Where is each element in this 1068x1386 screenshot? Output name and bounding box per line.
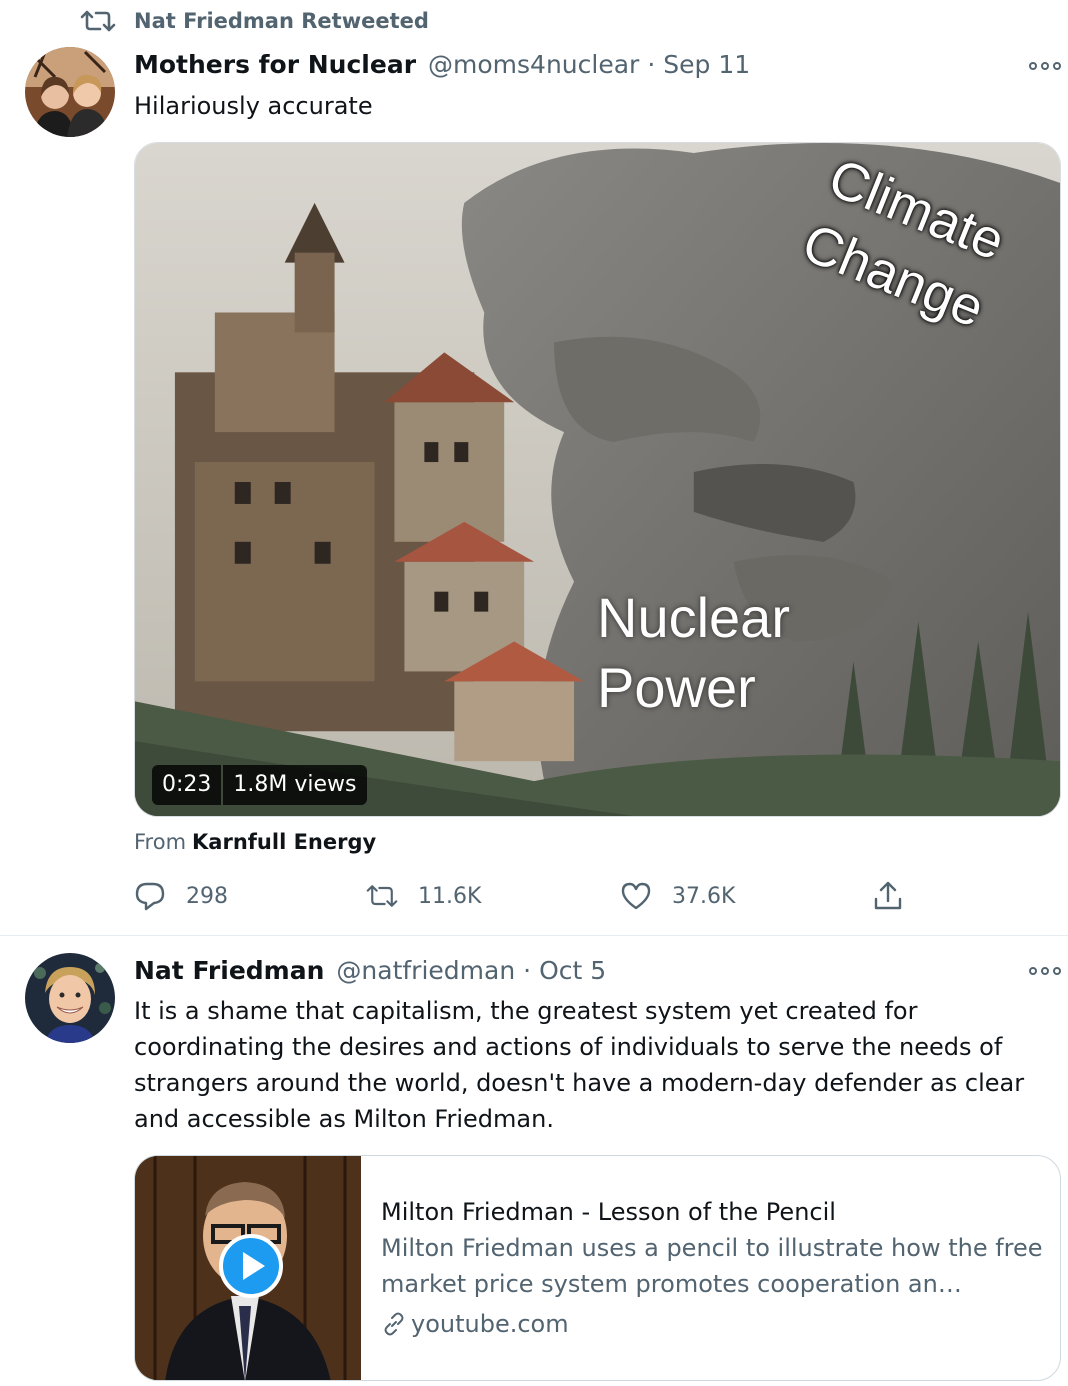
tweet-divider [0,935,1068,936]
separator: · [647,50,656,79]
retweet-label: Nat Friedman Retweeted [134,9,429,33]
tweet-text: Hilariously accurate [134,92,373,120]
retweet-icon [80,10,116,32]
link-body: Milton Friedman - Lesson of the Pencil M… [361,1156,1060,1380]
tweet-text-line: and accessible as Milton Friedman. [134,1105,554,1133]
separator: · [523,956,532,985]
avatar[interactable] [25,953,115,1043]
share-icon [874,881,902,910]
author-name[interactable]: Nat Friedman [134,956,324,985]
link-domain-text: youtube.com [411,1310,569,1338]
from-prefix: From [134,830,187,854]
tweet-video[interactable]: Climate Change Nuclear Power 0:23 1.8M v… [134,142,1061,817]
link-icon [384,1312,404,1336]
play-icon[interactable] [219,1234,283,1298]
avatar-image [25,47,115,137]
share-button[interactable] [872,880,924,912]
tweet-actions: 298 11.6K 37.6K [134,880,934,920]
link-thumbnail[interactable] [135,1156,361,1380]
tweet-text-line: It is a shame that capitalism, the great… [134,997,918,1025]
video-source-link[interactable]: Karnfull Energy [192,830,376,854]
caption-nuclear: Nuclear [597,586,790,649]
like-button[interactable]: 37.6K [620,880,735,912]
reply-icon [135,882,165,911]
retweet-banner[interactable]: Nat Friedman Retweeted [80,6,429,36]
retweet-count: 11.6K [418,883,482,909]
author-handle[interactable]: @natfriedman [336,956,515,985]
tweet-text-line: coordinating the desires and actions of … [134,1033,1003,1061]
retweet-icon [366,885,398,907]
more-options-icon[interactable] [1029,59,1061,73]
link-title: Milton Friedman - Lesson of the Pencil [381,1198,836,1226]
tweet-text: It is a shame that capitalism, the great… [134,993,1054,1137]
tweet-date[interactable]: Oct 5 [539,956,606,985]
reply-button[interactable]: 298 [134,880,228,912]
tweet-header: Mothers for Nuclear @moms4nuclear · Sep … [134,50,750,79]
tweet-header: Nat Friedman @natfriedman · Oct 5 [134,956,606,985]
reply-count: 298 [186,883,228,909]
tweet-date[interactable]: Sep 11 [663,50,750,79]
like-count: 37.6K [672,883,736,909]
avatar-image [25,953,115,1043]
author-name[interactable]: Mothers for Nuclear [134,50,416,79]
video-duration: 0:23 [152,765,222,805]
avatar[interactable] [25,47,115,137]
video-badges: 0:23 1.8M views [152,765,367,805]
link-description: Milton Friedman uses a pencil to illustr… [381,1234,1043,1298]
video-caption-bottom: Nuclear Power [597,583,790,723]
tweet-text-line: strangers around the world, doesn't have… [134,1069,1025,1097]
more-options-icon[interactable] [1029,964,1061,978]
caption-power: Power [597,656,756,719]
heart-icon [621,882,651,910]
link-preview-card[interactable]: Milton Friedman - Lesson of the Pencil M… [134,1155,1061,1381]
video-source-line: From Karnfull Energy [134,830,376,854]
video-views: 1.8M views [223,765,367,805]
link-domain: youtube.com [381,1304,1060,1344]
retweet-button[interactable]: 11.6K [366,880,481,912]
author-handle[interactable]: @moms4nuclear [428,50,639,79]
